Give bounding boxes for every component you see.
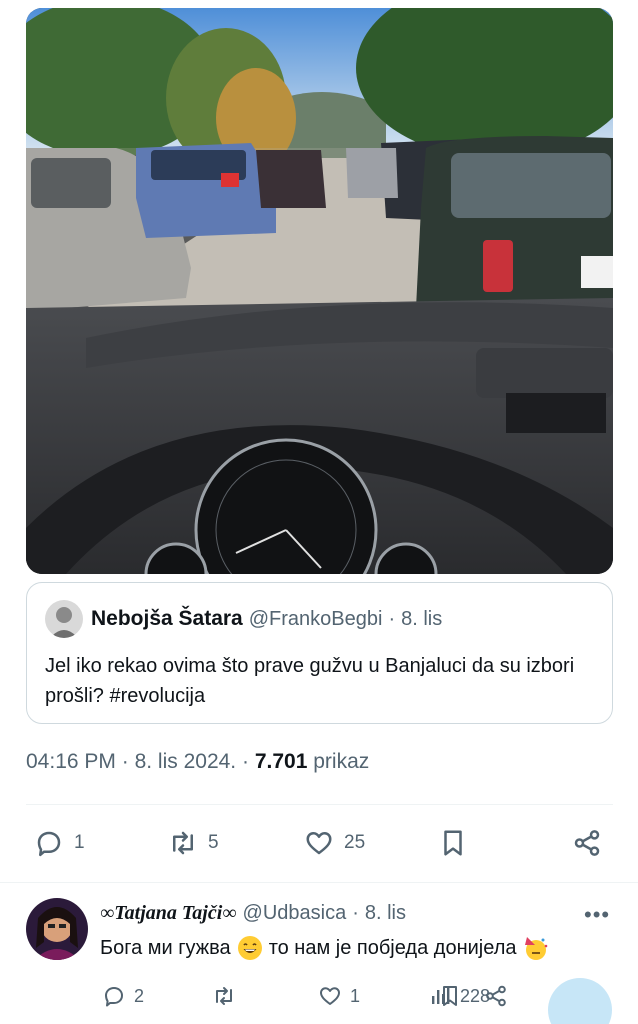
view-count: 7.701	[254, 750, 308, 773]
reply-bookmark-button[interactable]	[438, 984, 462, 1008]
reply-text-part2: то нам је побједа донијела	[268, 936, 517, 959]
tweet-photo[interactable]	[26, 8, 613, 574]
tweet-actions: 1 5 25	[26, 820, 613, 866]
reply-like-count: 1	[350, 985, 361, 1006]
reply-icon	[37, 831, 61, 857]
divider	[0, 882, 638, 883]
reply-date[interactable]: 8. lis	[365, 902, 406, 925]
separator-dot: ·	[121, 750, 129, 773]
reply-reply-button[interactable]: 2	[102, 984, 144, 1008]
heart-icon	[306, 832, 332, 855]
like-button[interactable]: 25	[304, 828, 365, 858]
quoted-author-avatar[interactable]	[45, 600, 83, 638]
more-options-button[interactable]: •••	[584, 902, 610, 928]
quoted-tweet[interactable]: Nebojša Šatara @FrankoBegbi · 8. lis Jel…	[26, 582, 613, 724]
repost-icon	[173, 831, 193, 855]
tweet-meta: 04:16 PM · 8. lis 2024. · 7.701 prikaz	[26, 750, 369, 774]
share-icon	[486, 985, 506, 1007]
reply-repost-button[interactable]	[212, 984, 244, 1008]
divider	[26, 804, 613, 805]
separator-dot: ·	[388, 607, 396, 630]
reply-text: Бога ми гужва то нам је побједа донијела	[100, 935, 555, 961]
share-button[interactable]	[572, 828, 602, 858]
grinning-emoji-icon	[237, 936, 262, 960]
reply-count: 1	[74, 832, 85, 853]
heart-icon	[320, 987, 340, 1005]
repost-icon	[216, 987, 232, 1005]
reply-button[interactable]: 1	[34, 828, 85, 858]
separator-dot: ·	[242, 750, 249, 773]
reply-header: ∞Tatjana Tajči∞ @Udbasica · 8. lis	[100, 902, 406, 925]
reply-icon	[105, 987, 123, 1007]
reply-secondary-actions	[438, 982, 618, 1016]
reply-author-handle[interactable]: @Udbasica	[243, 902, 347, 925]
like-count: 25	[344, 832, 366, 853]
bookmark-icon	[443, 986, 457, 1006]
tweet-time[interactable]: 04:16 PM	[26, 750, 116, 773]
share-icon	[574, 830, 600, 856]
reply-share-button[interactable]	[484, 984, 508, 1008]
quoted-author-name[interactable]: Nebojša Šatara	[91, 607, 243, 631]
quoted-tweet-text: Jel iko rekao ovima što prave gužvu u Ba…	[45, 655, 575, 707]
reply-author-avatar[interactable]	[26, 898, 88, 960]
reply-author-name[interactable]: ∞Tatjana Tajči∞	[100, 902, 237, 925]
reply-text-part1: Бога ми гужва	[100, 936, 231, 959]
repost-count: 5	[208, 832, 219, 853]
separator-dot: ·	[352, 902, 359, 924]
bookmark-icon	[444, 830, 462, 856]
view-count-label: prikaz	[313, 750, 370, 773]
bookmark-button[interactable]	[438, 828, 468, 858]
tweet-date[interactable]: 8. lis 2024.	[135, 750, 237, 773]
reply-like-button[interactable]: 1	[318, 984, 360, 1008]
repost-button[interactable]: 5	[168, 828, 219, 858]
party-face-emoji-icon	[524, 937, 547, 960]
quoted-author-handle[interactable]: @FrankoBegbi	[249, 608, 383, 631]
reply-reply-count: 2	[134, 985, 145, 1006]
quoted-tweet-date[interactable]: 8. lis	[401, 608, 442, 631]
quoted-tweet-header: Nebojša Šatara @FrankoBegbi · 8. lis	[45, 599, 594, 639]
